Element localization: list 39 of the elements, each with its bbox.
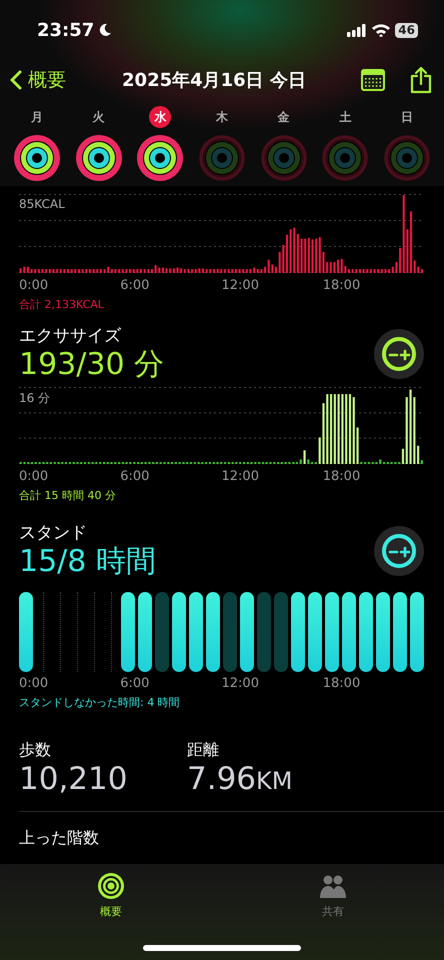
exercise-title: エクササイズ <box>19 325 122 347</box>
clock-time: 23:57 <box>37 20 94 40</box>
weekday-label[interactable]: 日 <box>396 106 418 128</box>
stand-note: スタンドしなかった時間: 4 時間 <box>19 695 180 710</box>
chart-max-label: 16 分 <box>19 390 50 407</box>
weekday-label[interactable]: 月 <box>26 106 48 128</box>
back-button[interactable]: 概要 <box>10 67 66 93</box>
chart-total: 合計 2,133KCAL <box>19 297 104 312</box>
stat-label: 歩数 <box>19 740 52 761</box>
time-axis-label: 12:00 <box>222 676 260 691</box>
stat-label: 距離 <box>187 740 220 761</box>
time-axis-label: 12:00 <box>222 278 260 293</box>
tab-button[interactable]: 共有 <box>222 872 444 919</box>
weekday-label[interactable]: 金 <box>272 106 295 128</box>
weekday-label[interactable]: 土 <box>334 106 356 128</box>
time-axis-label: 18:00 <box>322 469 362 484</box>
stat-value: 7.96KM <box>187 761 294 799</box>
time-axis-label: 18:00 <box>322 676 362 691</box>
chart-max-label: 85KCAL <box>19 197 65 211</box>
time-axis-label: 0:00 <box>19 278 50 293</box>
weekday-label[interactable]: 木 <box>210 106 233 128</box>
time-axis-label: 6:00 <box>120 469 150 484</box>
time-axis-label: 12:00 <box>222 469 260 484</box>
chart-total: 合計 15 時間 40 分 <box>19 488 116 503</box>
stand-value: 15/8 時間 <box>19 544 156 580</box>
stat-label: 上った階数 <box>19 828 99 849</box>
exercise-value: 193/30 分 <box>19 347 164 383</box>
time-axis-label: 6:00 <box>120 676 150 691</box>
battery-level: 46 <box>395 22 418 38</box>
time-axis-label: 18:00 <box>322 278 362 293</box>
tab-button[interactable]: 概要 <box>0 872 222 919</box>
weekday-label[interactable]: 水 <box>149 106 172 128</box>
stand-title: スタンド <box>19 522 88 544</box>
stat-value: 10,210 <box>19 761 128 797</box>
weekday-label[interactable]: 火 <box>88 106 110 128</box>
time-axis-label: 6:00 <box>120 278 150 293</box>
date-title: 2025年4月16日 今日 <box>121 69 307 92</box>
time-axis-label: 0:00 <box>19 469 50 484</box>
time-axis-label: 0:00 <box>19 676 50 691</box>
